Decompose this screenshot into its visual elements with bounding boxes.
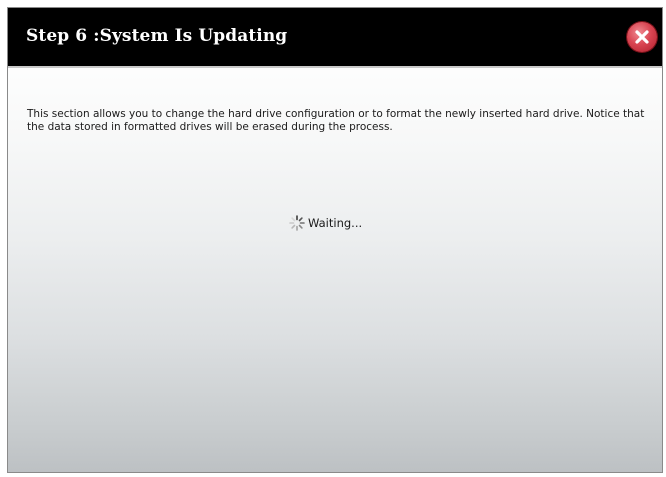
close-icon[interactable] <box>627 22 657 52</box>
waiting-text: Waiting... <box>308 216 363 230</box>
dialog-description: This section allows you to change the ha… <box>27 108 645 133</box>
spinner-icon <box>289 215 305 231</box>
update-dialog: Step 6 :System Is Updating This section … <box>7 7 663 473</box>
dialog-title: Step 6 :System Is Updating <box>26 26 288 46</box>
dialog-titlebar: Step 6 :System Is Updating <box>8 8 662 68</box>
waiting-status: Waiting... <box>288 213 362 233</box>
